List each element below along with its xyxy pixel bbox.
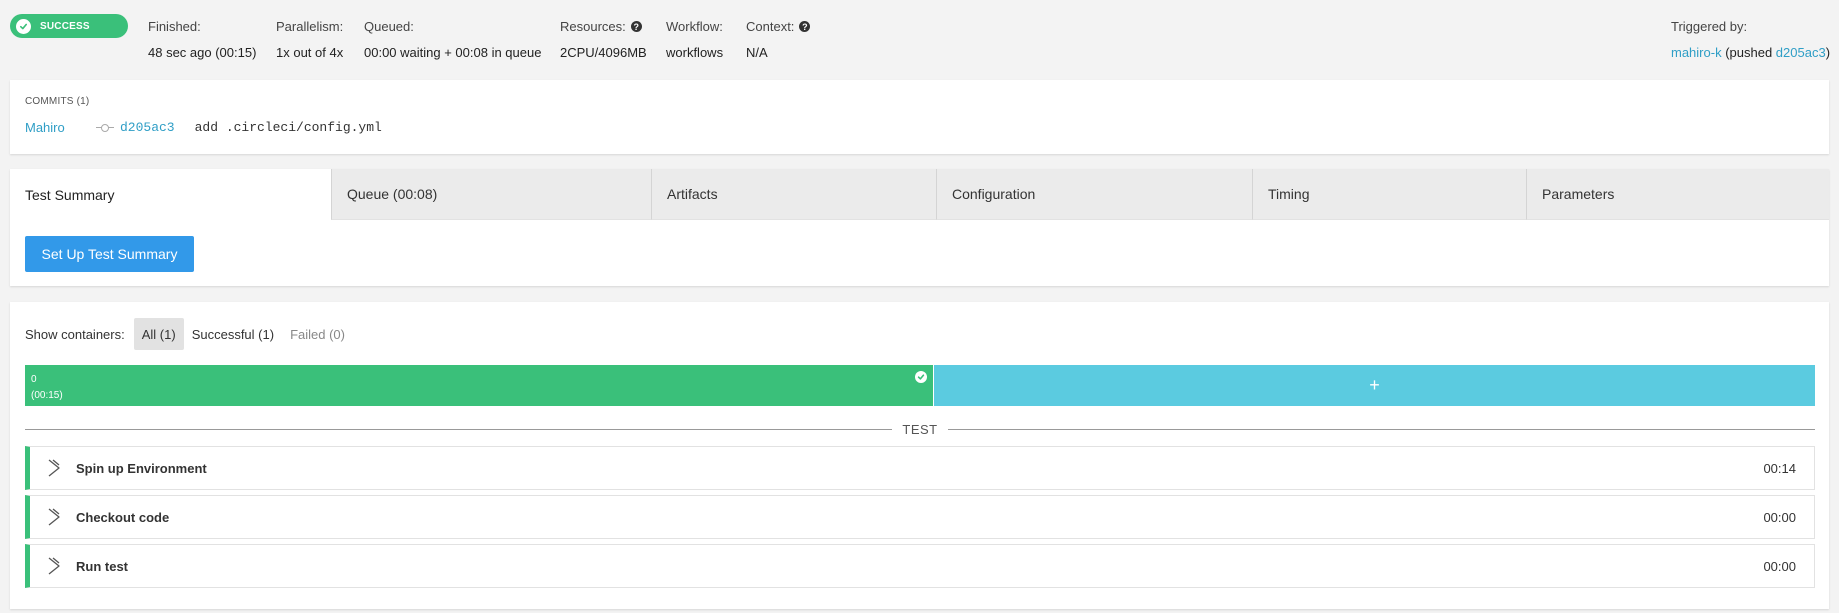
parallelism-meta: Parallelism: 1x out of 4x [276,19,343,60]
resources-meta: Resources: ? 2CPU/4096MB [560,19,647,60]
tab-test-summary[interactable]: Test Summary [10,169,331,220]
check-circle-icon [16,18,31,34]
parallelism-label: Parallelism: [276,19,344,34]
section-title: TEST [902,421,938,437]
commit-sha-link[interactable]: d205ac3 [120,120,175,135]
commit-message: add .circleci/config.yml [194,120,382,135]
chevron-right-icon [48,508,60,526]
resources-label: Resources: [560,19,626,34]
resources-value: 2CPU/4096MB [560,45,647,60]
question-circle-icon[interactable]: ? [630,21,642,32]
check-circle-icon [915,371,927,383]
finished-label: Finished: [148,19,201,34]
container-duration: (00:15) [31,390,63,401]
containers-panel: Show containers: All (1) Successful (1) … [10,302,1829,609]
tab-timing[interactable]: Timing [1252,169,1526,220]
container-index: 0 [31,374,37,385]
parallelism-link[interactable]: 1x out of 4x [276,45,343,60]
chevron-right-icon [48,557,60,575]
step-duration: 00:14 [1763,460,1796,476]
triggered-value: mahiro-k (pushed d205ac3) [1671,45,1830,60]
step-row[interactable]: Run test 00:00 [25,544,1815,588]
commits-panel: COMMITS (1) Mahiro d205ac3 add .circleci… [10,80,1829,154]
filter-successful-button[interactable]: Successful (1) [184,318,282,350]
finished-meta: Finished: 48 sec ago (00:15) [148,19,256,60]
workflow-link[interactable]: workflows [666,45,723,60]
question-circle-icon[interactable]: ? [799,21,811,32]
step-row[interactable]: Checkout code 00:00 [25,495,1815,539]
context-link[interactable]: N/A [746,45,810,60]
commit-author-link[interactable]: Mahiro [25,120,96,135]
tab-bar: Test Summary Queue (00:08) Artifacts Con… [10,169,1829,220]
queued-label: Queued: [364,19,414,34]
workflow-meta: Workflow: workflows [666,19,723,60]
tabs-panel: Test Summary Queue (00:08) Artifacts Con… [10,169,1829,286]
add-container-button[interactable]: + [933,365,1815,406]
container-filters: Show containers: All (1) Successful (1) … [25,318,353,350]
queued-meta: Queued: 00:00 waiting + 00:08 in queue [364,19,541,60]
chevron-right-icon [48,459,60,477]
commit-icon [96,123,114,133]
tab-queue[interactable]: Queue (00:08) [331,169,651,220]
tab-parameters[interactable]: Parameters [1526,169,1829,220]
step-name: Checkout code [76,509,170,525]
step-row[interactable]: Spin up Environment 00:14 [25,446,1815,490]
context-label: Context: [746,19,795,34]
commits-title: COMMITS (1) [25,96,90,107]
show-containers-label: Show containers: [25,326,125,342]
step-name: Run test [76,558,128,574]
status-badge: SUCCESS [10,14,128,38]
triggered-label: Triggered by: [1671,19,1748,34]
step-name: Spin up Environment [76,460,207,476]
job-header: SUCCESS Finished: 48 sec ago (00:15) Par… [0,0,1839,80]
commit-row: Mahiro d205ac3 add .circleci/config.yml [25,120,382,135]
triggered-suffix: ) [1825,45,1831,60]
workflow-label: Workflow: [666,19,723,34]
divider-line [25,428,893,430]
step-duration: 00:00 [1763,509,1796,525]
triggered-meta: Triggered by: mahiro-k (pushed d205ac3) [1671,19,1830,60]
filter-failed-button[interactable]: Failed (0) [282,318,353,350]
context-meta: Context: ? N/A [746,19,811,60]
triggered-user-link[interactable]: mahiro-k [1671,45,1722,60]
status-label: SUCCESS [40,20,90,32]
divider-line [947,428,1816,430]
container-bars: 0 (00:15) + [25,365,1815,406]
set-up-test-summary-button[interactable]: Set Up Test Summary [25,236,194,272]
tab-artifacts[interactable]: Artifacts [651,169,936,220]
context-label-row: Context: ? [746,19,811,34]
container-0-bar[interactable]: 0 (00:15) [25,365,933,406]
tab-configuration[interactable]: Configuration [936,169,1252,220]
finished-value: 48 sec ago (00:15) [148,45,257,60]
triggered-sha-link[interactable]: d205ac3 [1776,45,1826,60]
triggered-pushed-text: (pushed [1725,45,1776,60]
step-duration: 00:00 [1763,558,1796,574]
queued-value: 00:00 waiting + 00:08 in queue [364,45,542,60]
resources-label-row: Resources: ? [560,19,647,34]
section-divider: TEST [25,421,1816,437]
filter-all-button[interactable]: All (1) [133,318,184,350]
